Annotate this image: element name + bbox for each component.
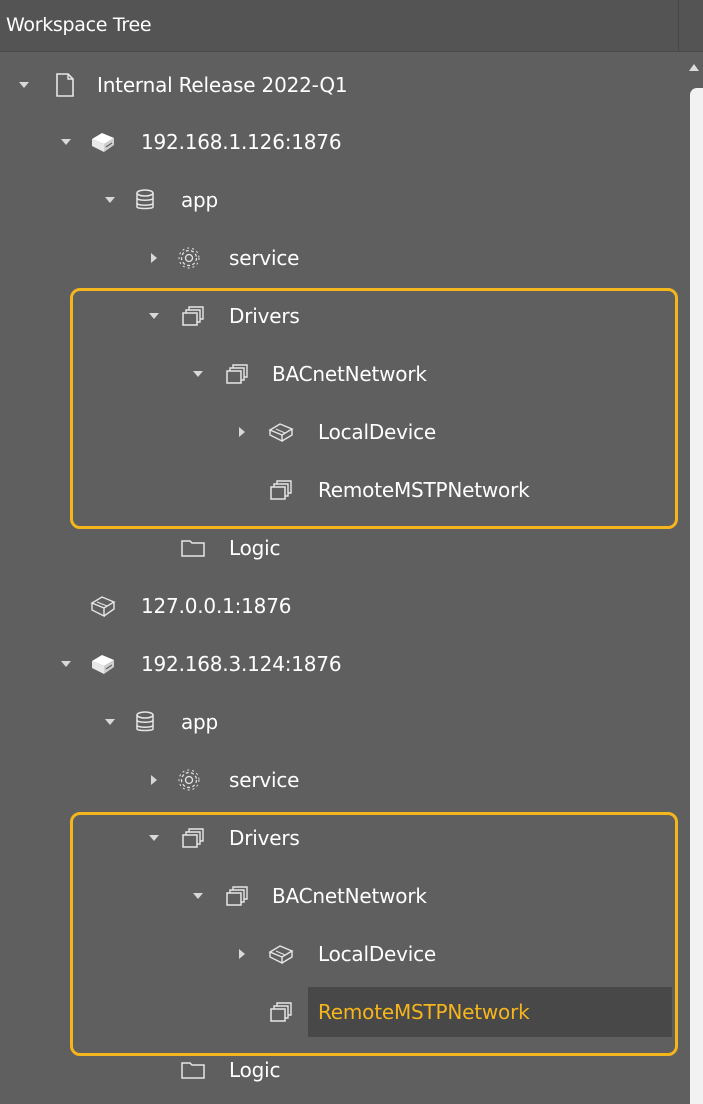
chevron-down-icon[interactable] <box>58 635 74 693</box>
tree-item-label: service <box>229 768 300 792</box>
chevron-down-icon[interactable] <box>16 56 32 114</box>
tree-item-app-1[interactable]: app <box>0 171 680 229</box>
chevron-down-icon[interactable] <box>102 171 118 229</box>
chevron-down-icon[interactable] <box>102 693 118 751</box>
tree-item-service-2[interactable]: service <box>0 751 680 809</box>
tree-item-label: service <box>229 246 300 270</box>
scroll-up-arrow-icon[interactable] <box>689 64 699 71</box>
tree-item-logic-1[interactable]: Logic <box>0 519 680 577</box>
scrollbar-thumb[interactable] <box>690 88 703 1104</box>
tree-item-service-1[interactable]: service <box>0 229 680 287</box>
tree-item-label: LocalDevice <box>318 942 437 966</box>
chevron-down-icon[interactable] <box>146 809 162 867</box>
tree-item-label: Logic <box>229 536 281 560</box>
tree-item-drivers-2[interactable]: Drivers <box>0 809 680 867</box>
workspace-tree: Internal Release 2022-Q1 192.168.1.126:1… <box>0 52 680 1104</box>
database-icon <box>132 171 158 229</box>
chevron-down-icon[interactable] <box>58 113 74 171</box>
stack-icon <box>224 345 250 403</box>
folder-icon <box>180 1041 206 1099</box>
server-icon <box>90 113 116 171</box>
tree-item-label: 192.168.3.124:1876 <box>141 652 342 676</box>
tree-item-label: 192.168.1.126:1876 <box>141 130 342 154</box>
server-outline-icon <box>90 577 116 635</box>
header-divider <box>678 0 679 52</box>
chevron-down-icon[interactable] <box>190 345 206 403</box>
chevron-right-icon[interactable] <box>146 229 162 287</box>
tree-item-remotemstpnetwork-2[interactable]: RemoteMSTPNetwork <box>0 983 680 1041</box>
tree-item-server-1[interactable]: 192.168.1.126:1876 <box>0 113 680 171</box>
tree-item-drivers-1[interactable]: Drivers <box>0 287 680 345</box>
tree-item-label: LocalDevice <box>318 420 437 444</box>
device-icon <box>268 925 294 983</box>
tree-item-logic-2[interactable]: Logic <box>0 1041 680 1099</box>
panel-header: Workspace Tree <box>0 0 703 52</box>
database-icon <box>132 693 158 751</box>
tree-item-bacnetnetwork-1[interactable]: BACnetNetwork <box>0 345 680 403</box>
tree-item-remotemstpnetwork-1[interactable]: RemoteMSTPNetwork <box>0 461 680 519</box>
tree-item-server-local[interactable]: 127.0.0.1:1876 <box>0 577 680 635</box>
device-icon <box>268 403 294 461</box>
stack-icon <box>224 867 250 925</box>
chevron-down-icon[interactable] <box>190 867 206 925</box>
server-icon <box>90 635 116 693</box>
chevron-right-icon[interactable] <box>146 751 162 809</box>
tree-item-label: app <box>181 188 219 212</box>
panel-title: Workspace Tree <box>6 14 152 36</box>
tree-item-label: app <box>181 710 219 734</box>
stack-icon <box>268 983 294 1041</box>
tree-item-app-2[interactable]: app <box>0 693 680 751</box>
tree-item-internal-release[interactable]: Internal Release 2022-Q1 <box>0 56 680 114</box>
tree-item-server-2[interactable]: 192.168.3.124:1876 <box>0 635 680 693</box>
tree-item-label: Drivers <box>229 304 300 328</box>
chevron-down-icon[interactable] <box>146 287 162 345</box>
document-icon <box>52 56 78 114</box>
tree-item-label: RemoteMSTPNetwork <box>318 1000 530 1024</box>
tree-item-localdevice-2[interactable]: LocalDevice <box>0 925 680 983</box>
tree-item-localdevice-1[interactable]: LocalDevice <box>0 403 680 461</box>
tree-item-label: BACnetNetwork <box>272 884 427 908</box>
gear-icon <box>176 751 202 809</box>
stack-icon <box>268 461 294 519</box>
stack-icon <box>180 809 206 867</box>
folder-icon <box>180 519 206 577</box>
tree-item-label: Internal Release 2022-Q1 <box>97 73 348 97</box>
tree-item-label: Drivers <box>229 826 300 850</box>
tree-item-label: 127.0.0.1:1876 <box>141 594 292 618</box>
gear-icon <box>176 229 202 287</box>
tree-item-label: Logic <box>229 1058 281 1082</box>
tree-item-label: RemoteMSTPNetwork <box>318 478 530 502</box>
chevron-right-icon[interactable] <box>234 403 250 461</box>
tree-item-label: BACnetNetwork <box>272 362 427 386</box>
tree-item-bacnetnetwork-2[interactable]: BACnetNetwork <box>0 867 680 925</box>
chevron-right-icon[interactable] <box>234 925 250 983</box>
stack-icon <box>180 287 206 345</box>
